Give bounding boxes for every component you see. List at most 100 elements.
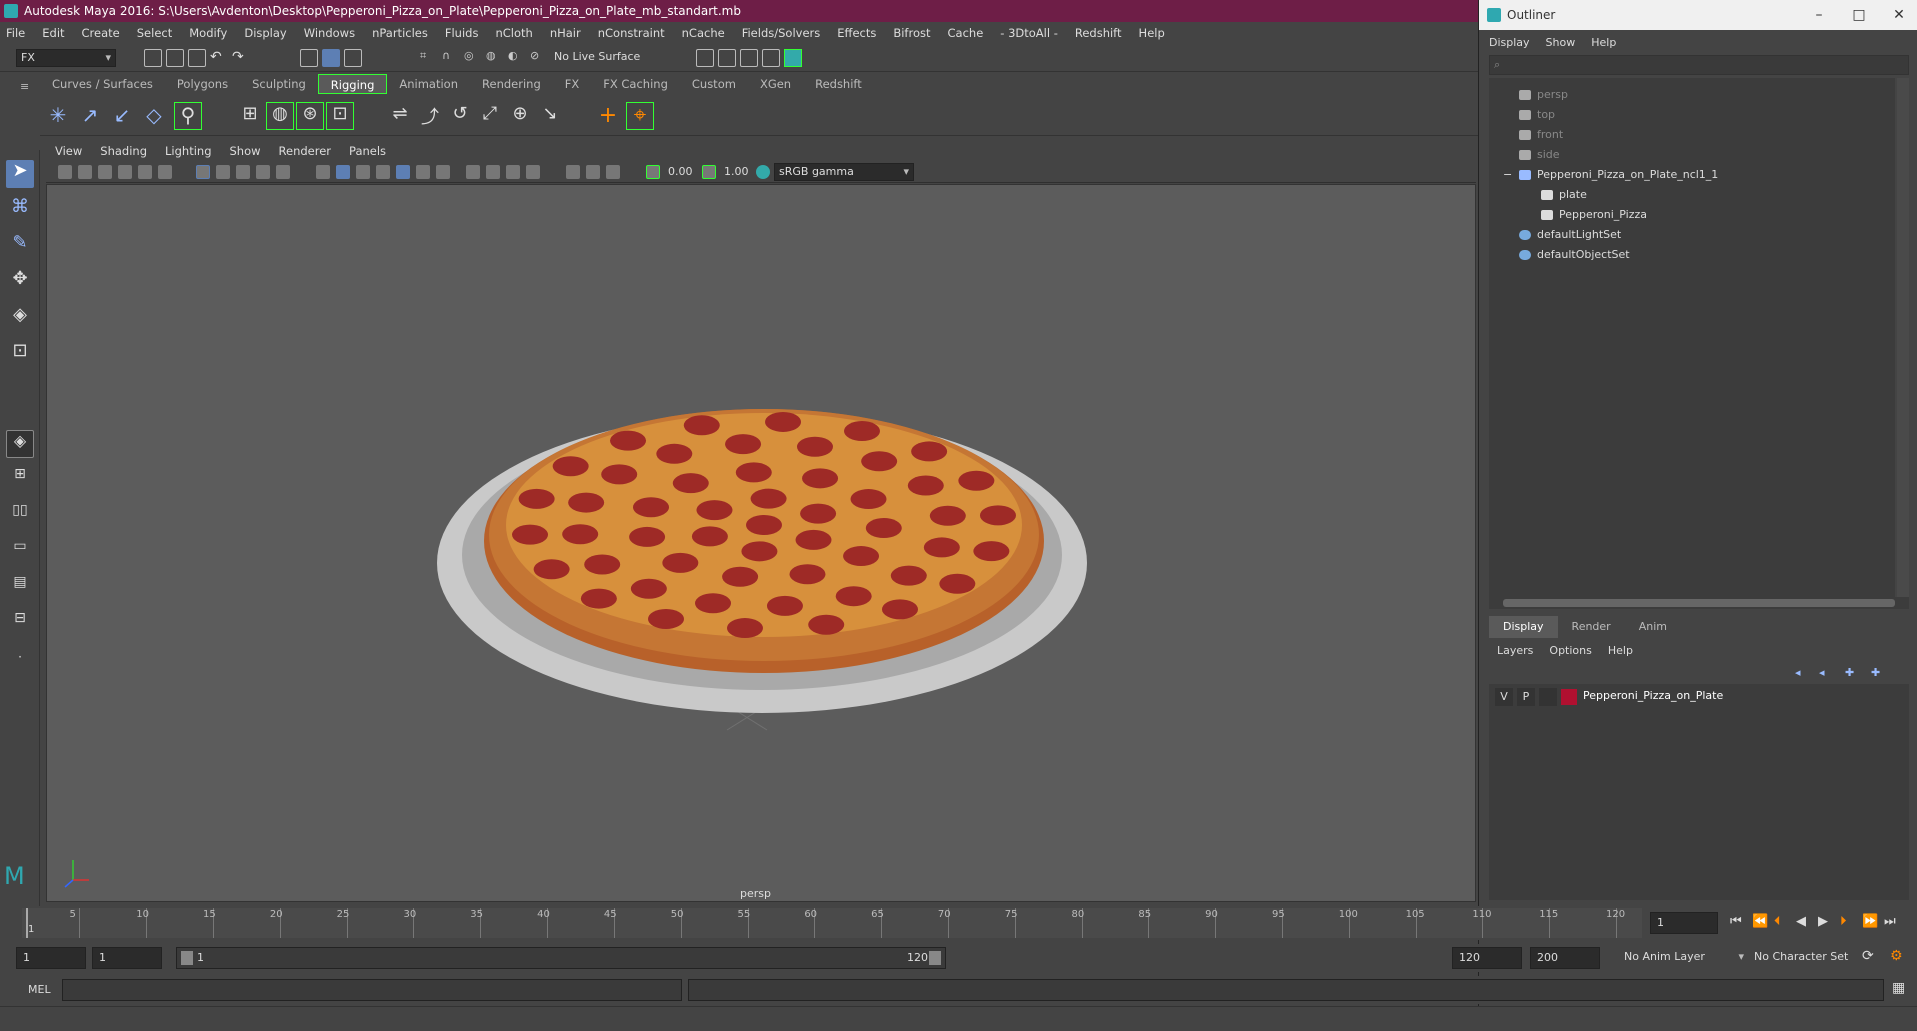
menu-redshift[interactable]: Redshift xyxy=(1075,26,1122,40)
camera-select-icon[interactable] xyxy=(58,165,72,179)
current-frame-marker[interactable] xyxy=(26,908,28,938)
outliner-node[interactable]: defaultLightSet xyxy=(1519,226,1621,244)
xray-icon[interactable] xyxy=(466,165,480,179)
outliner-node[interactable]: front xyxy=(1519,126,1563,144)
outliner-node[interactable]: side xyxy=(1519,146,1560,164)
outliner-menu-display[interactable]: Display xyxy=(1489,36,1530,49)
constraint-pole-icon[interactable]: ↘ xyxy=(536,102,564,130)
viewport-menu-view[interactable]: View xyxy=(55,144,82,158)
resolution-gate-icon[interactable] xyxy=(216,165,230,179)
live-surface-icon[interactable]: ⊘ xyxy=(530,49,548,67)
move-layer-up-icon[interactable]: ◂ xyxy=(1795,666,1801,679)
bind-skin-icon[interactable]: ⊞ xyxy=(236,102,264,130)
menu-file[interactable]: File xyxy=(6,26,25,40)
undo-icon[interactable]: ↶ xyxy=(210,49,228,67)
lights-icon[interactable] xyxy=(396,165,410,179)
auto-key-icon[interactable]: ⟳ xyxy=(1862,948,1874,964)
preferences-icon[interactable]: ⚙ xyxy=(1890,948,1903,964)
shelf-tab-xgen[interactable]: XGen xyxy=(748,74,803,94)
menu-select[interactable]: Select xyxy=(137,26,172,40)
move-layer-down-icon[interactable]: ◂ xyxy=(1819,666,1825,679)
menu-ncloth[interactable]: nCloth xyxy=(495,26,532,40)
select-component-icon[interactable] xyxy=(344,49,362,67)
layer-tab-display[interactable]: Display xyxy=(1489,616,1558,638)
color-management-icon[interactable] xyxy=(756,165,770,179)
range-end-handle[interactable] xyxy=(929,951,941,965)
outliner-search-input[interactable]: ⌕ xyxy=(1489,55,1909,75)
mel-label[interactable]: MEL xyxy=(28,983,51,996)
play-back-icon[interactable]: ◀ xyxy=(1796,914,1806,929)
outliner-node[interactable]: top xyxy=(1519,106,1555,124)
layer-menu-layers[interactable]: Layers xyxy=(1497,644,1533,657)
menu-fields-solvers[interactable]: Fields/Solvers xyxy=(742,26,821,40)
play-forward-icon[interactable]: ▶ xyxy=(1818,914,1828,929)
collapse-icon[interactable]: − xyxy=(1503,166,1512,184)
shelf-tab-rendering[interactable]: Rendering xyxy=(470,74,553,94)
wireframe-icon[interactable] xyxy=(316,165,330,179)
range-start-handle[interactable] xyxy=(181,951,193,965)
menu-create[interactable]: Create xyxy=(82,26,120,40)
maximize-icon[interactable]: □ xyxy=(1839,0,1879,30)
isolate-select-icon[interactable] xyxy=(506,165,520,179)
new-layer-selected-icon[interactable]: ✚ xyxy=(1871,666,1880,679)
shelf-tab-curves-surfaces[interactable]: Curves / Surfaces xyxy=(40,74,165,94)
side-by-side-icon[interactable]: ▯▯ xyxy=(6,502,34,530)
select-tool-icon[interactable]: ➤ xyxy=(6,160,34,188)
single-view-icon[interactable]: ◈ xyxy=(6,430,34,458)
outliner-node[interactable]: defaultObjectSet xyxy=(1519,246,1630,264)
smooth-skin-icon[interactable]: ◍ xyxy=(266,102,294,130)
range-bar[interactable]: 1 120 xyxy=(176,947,946,969)
joint-tool-icon[interactable]: ✳ xyxy=(44,102,72,130)
rotate-tool-icon[interactable]: ◈ xyxy=(6,304,34,332)
open-scene-icon[interactable] xyxy=(166,49,184,67)
menu-edit[interactable]: Edit xyxy=(42,26,64,40)
scale-tool-icon[interactable]: ⊡ xyxy=(6,340,34,368)
constraint-parent-icon[interactable]: ⇌ xyxy=(386,102,414,130)
playback-end-field[interactable]: 120 xyxy=(1452,947,1522,969)
outliner-node[interactable]: − Pepperoni_Pizza_on_Plate_ncl1_1 xyxy=(1503,166,1718,184)
menu-fluids[interactable]: Fluids xyxy=(445,26,479,40)
film-gate-icon[interactable] xyxy=(158,165,172,179)
grid-icon[interactable] xyxy=(138,165,152,179)
cluster-icon[interactable]: ⌖ xyxy=(626,102,654,130)
paint-select-icon[interactable]: ✎ xyxy=(6,232,34,260)
constraint-scale-icon[interactable]: ⤢ xyxy=(476,102,504,130)
menu-bifrost[interactable]: Bifrost xyxy=(893,26,930,40)
step-forward-frame-icon[interactable]: ⏵ xyxy=(1840,914,1847,929)
layer-tab-render[interactable]: Render xyxy=(1558,616,1625,638)
viewport-menu-lighting[interactable]: Lighting xyxy=(165,144,211,158)
hud-icon[interactable] xyxy=(566,165,580,179)
minimize-icon[interactable]: – xyxy=(1799,0,1839,30)
viewport-menu-panels[interactable]: Panels xyxy=(349,144,386,158)
ipr-render-icon[interactable] xyxy=(740,49,758,67)
viewport-menu-shading[interactable]: Shading xyxy=(100,144,147,158)
layer-menu-options[interactable]: Options xyxy=(1549,644,1591,657)
shelf-tab-rigging[interactable]: Rigging xyxy=(317,74,388,94)
close-icon[interactable]: ✕ xyxy=(1879,0,1917,30)
quick-rig-icon[interactable]: ⚲ xyxy=(174,102,202,130)
render-frame-icon[interactable] xyxy=(718,49,736,67)
motion-blur-icon[interactable] xyxy=(606,165,620,179)
new-layer-icon[interactable]: ✚ xyxy=(1845,666,1854,679)
exposure-value[interactable]: 0.00 xyxy=(668,165,693,178)
ik-handle-icon[interactable]: ↗ xyxy=(76,102,104,130)
snap-surface-icon[interactable]: ◐ xyxy=(508,49,526,67)
gamma-value[interactable]: 1.00 xyxy=(724,165,749,178)
current-frame-field[interactable]: 1 xyxy=(1650,912,1718,934)
step-forward-key-icon[interactable]: ⏩ xyxy=(1862,914,1878,929)
colorspace-dropdown[interactable]: sRGB gamma ▾ xyxy=(774,163,914,181)
bookmark-icon[interactable] xyxy=(98,165,112,179)
shadows-icon[interactable] xyxy=(416,165,430,179)
outliner-menu-show[interactable]: Show xyxy=(1546,36,1576,49)
end-time-field[interactable]: 200 xyxy=(1530,947,1600,969)
step-back-key-icon[interactable]: ⏪ xyxy=(1752,914,1768,929)
menu-nconstraint[interactable]: nConstraint xyxy=(598,26,665,40)
shelf-tab-sculpting[interactable]: Sculpting xyxy=(240,74,318,94)
menu-effects[interactable]: Effects xyxy=(837,26,876,40)
outliner-node[interactable]: Pepperoni_Pizza xyxy=(1541,206,1647,224)
layout-icon[interactable]: ⊟ xyxy=(6,610,34,638)
outliner-node[interactable]: plate xyxy=(1541,186,1587,204)
redo-icon[interactable]: ↷ xyxy=(232,49,250,67)
layer-color-swatch[interactable] xyxy=(1561,689,1577,705)
lasso-tool-icon[interactable]: ⌘ xyxy=(6,196,34,224)
